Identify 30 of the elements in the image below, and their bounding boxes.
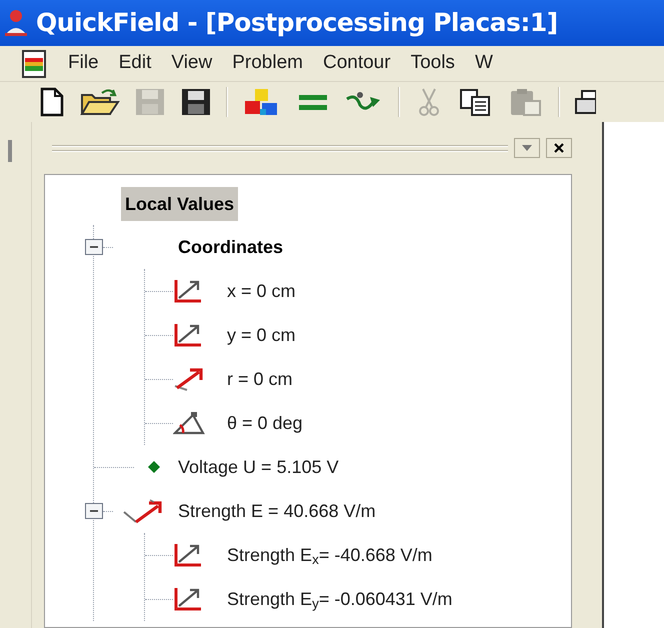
tree-item[interactable]: Strength E$_{y}$= -0.060431 V/m [223, 582, 456, 616]
angle-icon [173, 410, 207, 436]
menu-item[interactable]: W [464, 49, 503, 78]
tree-item[interactable]: Local Values [121, 187, 238, 221]
menu-item[interactable]: File [58, 49, 109, 78]
menu-item[interactable]: Contour [312, 49, 401, 78]
tree-item[interactable]: Coordinates [174, 230, 288, 264]
collapse-toggle[interactable] [85, 239, 103, 255]
menu-item[interactable]: Edit [108, 49, 162, 78]
window-title: QuickField - [Postprocessing Placas:1] [36, 7, 558, 40]
tree-item[interactable]: Strength E = 40.668 V/m [174, 494, 380, 528]
new-file-icon[interactable] [38, 87, 66, 117]
close-icon [554, 143, 564, 153]
menu-item[interactable]: View [161, 49, 222, 78]
tree-item[interactable]: r = 0 cm [223, 362, 297, 396]
collapse-toggle[interactable] [85, 503, 103, 519]
tree-item[interactable]: θ = 0 deg [223, 406, 307, 440]
menu-item[interactable]: Tools [400, 49, 465, 78]
tree-item[interactable]: x = 0 cm [223, 274, 300, 308]
floppy-icon[interactable] [180, 87, 212, 117]
menu-item[interactable]: Problem [222, 49, 313, 78]
app-icon [2, 8, 30, 38]
folder-icon[interactable] [80, 87, 120, 117]
tree-item[interactable]: Voltage U = 5.105 V [174, 450, 343, 484]
close-button[interactable] [546, 138, 572, 158]
dropdown-button[interactable] [514, 138, 540, 158]
dropdown-icon [522, 145, 532, 151]
printer-icon[interactable] [574, 87, 596, 117]
tree-item[interactable]: y = 0 cm [223, 318, 300, 352]
tree-item[interactable]: Strength E$_{x}$= -40.668 V/m [223, 538, 436, 572]
